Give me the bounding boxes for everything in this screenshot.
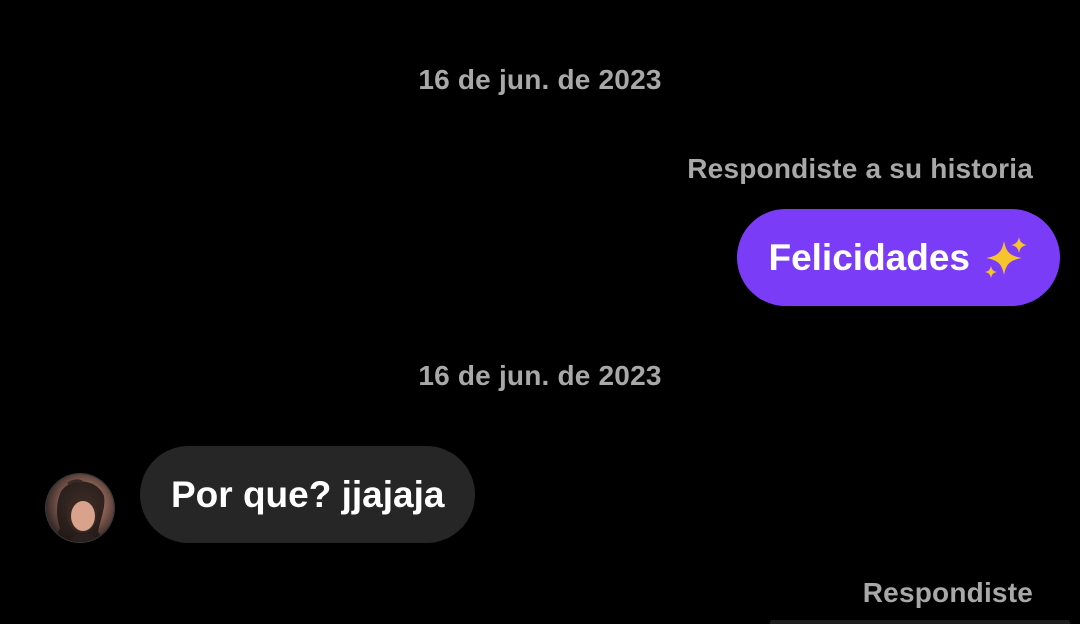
sparkles-emoji-icon xyxy=(985,236,1027,278)
message-text: Por que? jjajaja xyxy=(171,473,445,515)
date-separator: 16 de jun. de 2023 xyxy=(418,360,662,391)
date-separator: 16 de jun. de 2023 xyxy=(418,64,662,95)
story-reply-label: Respondiste a su historia xyxy=(687,153,1033,184)
message-text: Felicidades xyxy=(768,236,970,278)
incoming-message-bubble[interactable]: Por que? jjajaja xyxy=(140,446,476,543)
reply-label: Respondiste xyxy=(862,577,1033,608)
outgoing-message-bubble[interactable]: Felicidades xyxy=(737,209,1060,306)
avatar-image xyxy=(54,479,106,542)
next-message-preview xyxy=(770,620,1070,624)
contact-avatar[interactable] xyxy=(46,474,114,542)
